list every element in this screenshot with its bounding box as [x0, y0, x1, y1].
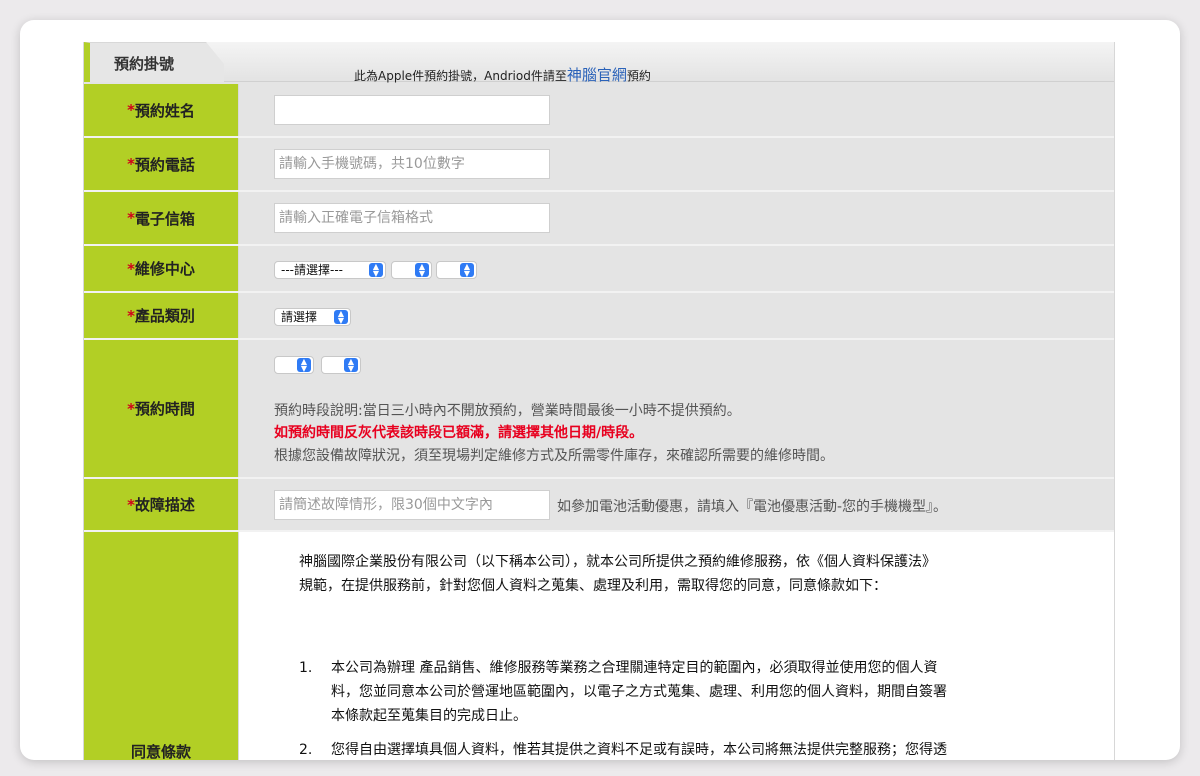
- phone-input[interactable]: 請輸入手機號碼，共10位數字: [274, 149, 550, 179]
- phone-cell: 請輸入手機號碼，共10位數字: [239, 138, 1114, 190]
- center-region-select[interactable]: ---請選擇--- ▲ ▼: [274, 261, 386, 279]
- consent-cell: 神腦國際企業股份有限公司（以下稱本公司），就本公司所提供之預約維修服務，依《個人…: [239, 532, 1114, 760]
- phone-label-text: 預約電話: [134, 155, 195, 174]
- category-value: 請選擇: [281, 310, 318, 324]
- category-label-text: 產品類別: [134, 307, 195, 325]
- fault-input[interactable]: 請簡述故障情形，限30個中文字內: [274, 490, 550, 520]
- chevron-updown-icon: ▲ ▼: [334, 310, 348, 325]
- time-note-1: 預約時段說明:當日三小時內不開放預約，營業時間最後一小時不提供預約。: [274, 403, 741, 419]
- android-notice: 此為Apple件預約掛號，Andriod件請至神腦官網預約: [354, 64, 651, 85]
- required-mark: *: [127, 399, 135, 418]
- required-mark: *: [127, 209, 135, 227]
- consent-intro: 神腦國際企業股份有限公司（以下稱本公司），就本公司所提供之預約維修服務，依《個人…: [299, 554, 936, 594]
- booking-form-page: 預約掛號 此為Apple件預約掛號，Andriod件請至神腦官網預約 * 預約姓名…: [83, 42, 1115, 760]
- time-label: * 預約時間: [84, 340, 239, 477]
- time-row: * 預約時間 ▲ ▼ ▲ ▼ 預約時段說明:當日三小時內不開放預約，營業時間最後一小時…: [84, 340, 1114, 479]
- required-mark: *: [127, 306, 135, 325]
- chevron-updown-icon: ▲ ▼: [297, 358, 311, 373]
- chevron-updown-icon: ▲ ▼: [460, 263, 474, 278]
- chevron-updown-icon: ▲ ▼: [415, 263, 429, 278]
- required-mark: *: [127, 155, 135, 173]
- email-input[interactable]: 請輸入正確電子信箱格式: [274, 203, 550, 233]
- date-select[interactable]: ▲ ▼: [274, 356, 314, 374]
- notice-prefix: 此為Apple件預約掛號，Andriod件請至: [354, 69, 567, 83]
- consent-label: 同意條款: [84, 532, 239, 760]
- time-note-3: 根據您設備故障狀況，須至現場判定維修方式及所需零件庫存，來確認所需要的維修時間。: [274, 448, 834, 464]
- time-label-text: 預約時間: [134, 400, 195, 418]
- form-title: 預約掛號: [114, 55, 175, 73]
- form-header: 預約掛號 此為Apple件預約掛號，Andriod件請至神腦官網預約: [84, 42, 1114, 85]
- email-label-text: 電子信箱: [134, 209, 195, 228]
- form-tab: 預約掛號: [84, 42, 224, 82]
- name-label-text: 預約姓名: [134, 101, 195, 120]
- notice-suffix: 預約: [626, 69, 651, 83]
- category-cell: 請選擇 ▲ ▼: [239, 293, 1114, 338]
- time-note-warning: 如預約時間反灰代表該時段已額滿，請選擇其他日期/時段。: [274, 425, 644, 441]
- email-label: * 電子信箱: [84, 192, 239, 244]
- required-mark: *: [127, 495, 135, 514]
- phone-row: * 預約電話 請輸入手機號碼，共10位數字: [84, 138, 1114, 192]
- required-mark: *: [127, 101, 135, 119]
- name-row: * 預約姓名: [84, 84, 1114, 138]
- battery-promo-note: 如參加電池活動優惠，請填入『電池優惠活動-您的手機機型』。: [557, 499, 948, 515]
- window-frame: 預約掛號 此為Apple件預約掛號，Andriod件請至神腦官網預約 * 預約姓名…: [20, 20, 1180, 760]
- fault-label-text: 故障描述: [134, 496, 195, 514]
- category-select[interactable]: 請選擇 ▲ ▼: [274, 308, 351, 326]
- name-cell: [239, 84, 1114, 136]
- phone-label: * 預約電話: [84, 138, 239, 190]
- name-input[interactable]: [274, 95, 550, 125]
- center-label-text: 維修中心: [134, 260, 195, 278]
- center-cell: ---請選擇--- ▲ ▼ ▲ ▼ ▲ ▼: [239, 246, 1114, 291]
- center-store-select[interactable]: ▲ ▼: [436, 261, 477, 279]
- consent-label-text: 同意條款: [130, 743, 191, 760]
- category-label: * 產品類別: [84, 293, 239, 338]
- timeslot-select[interactable]: ▲ ▼: [321, 356, 361, 374]
- required-mark: *: [127, 259, 135, 278]
- fault-label: * 故障描述: [84, 479, 239, 530]
- center-label: * 維修中心: [84, 246, 239, 291]
- senao-website-link[interactable]: 神腦官網: [567, 66, 627, 84]
- chevron-updown-icon: ▲ ▼: [344, 358, 358, 373]
- chevron-updown-icon: ▲ ▼: [369, 263, 383, 278]
- form-rows: * 預約姓名 * 預約電話 請輸入手機號碼，共10位數字 * 電子信箱 請輸入正…: [84, 84, 1114, 760]
- center-city-select[interactable]: ▲ ▼: [391, 261, 432, 279]
- center-region-value: ---請選擇---: [281, 263, 343, 277]
- fault-cell: 請簡述故障情形，限30個中文字內 如參加電池活動優惠，請填入『電池優惠活動-您的…: [239, 479, 1114, 530]
- center-row: * 維修中心 ---請選擇--- ▲ ▼ ▲ ▼ ▲ ▼: [84, 246, 1114, 293]
- category-row: * 產品類別 請選擇 ▲ ▼: [84, 293, 1114, 340]
- time-cell: ▲ ▼ ▲ ▼ 預約時段說明:當日三小時內不開放預約，營業時間最後一小時不提供預約。…: [239, 340, 1114, 477]
- email-row: * 電子信箱 請輸入正確電子信箱格式: [84, 192, 1114, 246]
- consent-row: 同意條款 神腦國際企業股份有限公司（以下稱本公司），就本公司所提供之預約維修服務…: [84, 532, 1114, 760]
- fault-row: * 故障描述 請簡述故障情形，限30個中文字內 如參加電池活動優惠，請填入『電池優…: [84, 479, 1114, 532]
- email-cell: 請輸入正確電子信箱格式: [239, 192, 1114, 244]
- name-label: * 預約姓名: [84, 84, 239, 136]
